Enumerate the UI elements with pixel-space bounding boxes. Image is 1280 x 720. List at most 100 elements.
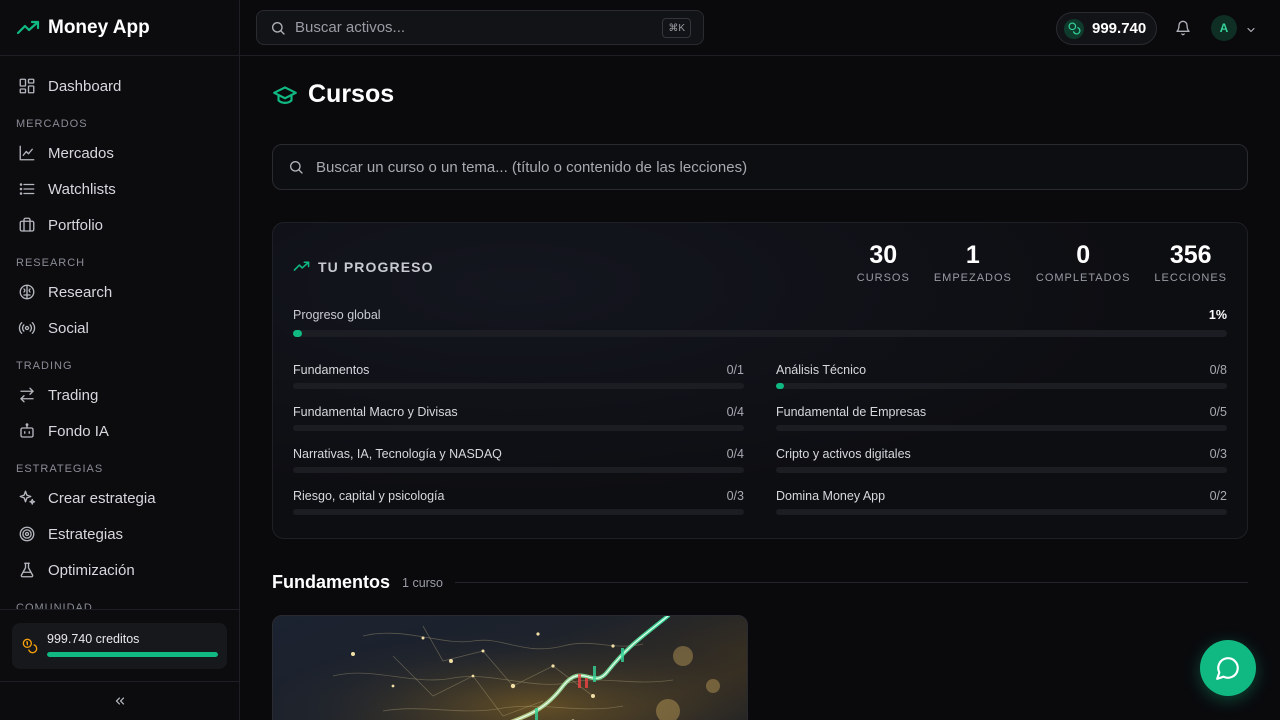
progress-heading-text: TU PROGRESO [318,258,434,275]
brand[interactable]: Money App [0,0,239,56]
sidebar-item-portfolio[interactable]: Portfolio [0,207,239,243]
category-name: Riesgo, capital y psicología [293,489,445,503]
category-name: Fundamentos [293,363,370,377]
credits-card[interactable]: 999.740 creditos [12,623,227,669]
stat-lecciones: 356 LECCIONES [1154,241,1227,284]
category-progress-riesgo-capital-y-psicologia: Riesgo, capital y psicología 0/3 [293,489,744,515]
chat-bubble-icon [1215,655,1241,681]
stat-cursos: 30 CURSOS [857,241,910,284]
progress-stats: 30 CURSOS 1 EMPEZADOS 0 COMPLETADOS 356 LECCION… [857,241,1227,284]
category-progress-fundamental-de-empresas: Fundamental de Empresas 0/5 [776,405,1227,431]
sidebar-item-research[interactable]: Research [0,274,239,310]
sidebar-item-social[interactable]: Social [0,310,239,346]
sidebar-item-optimizacion[interactable]: Optimización [0,552,239,588]
brand-name: Money App [48,16,150,38]
search-shortcut-badge: ⌘K [662,18,691,38]
bell-icon[interactable] [1175,20,1191,36]
category-progress-bar [293,425,744,431]
stat-value: 30 [869,241,898,269]
category-progress-narrativas-ia-tecnologia-y-nasdaq: Narrativas, IA, Tecnología y NASDAQ 0/4 [293,447,744,473]
category-progress-bar [293,467,744,473]
category-name: Domina Money App [776,489,886,503]
sidebar-item-dashboard[interactable]: Dashboard [0,68,239,104]
sidebar-item-estrategias[interactable]: Estrategias [0,516,239,552]
category-progress-bar [776,383,1227,389]
credits-bar-fill [47,652,218,657]
global-progress-fill [293,330,303,337]
search-icon [270,20,286,36]
main-content: Cursos TU PROGRESO 30 CURSOS 1 EMPEZADOS 0 CO… [240,56,1280,720]
progress-heading: TU PROGRESO [293,258,434,275]
stat-label: LECCIONES [1154,272,1227,284]
search-icon [288,159,304,175]
sidebar-item-crear-estrategia[interactable]: Crear estrategia [0,480,239,516]
sidebar: Money App Dashboard MERCADOS Mercados Watch… [0,0,240,720]
sidebar-item-fondo-ia[interactable]: Fondo IA [0,413,239,449]
stat-label: EMPEZADOS [933,272,1012,284]
course-card[interactable] [272,615,748,720]
category-progress-fundamental-macro-y-divisas: Fundamental Macro y Divisas 0/4 [293,405,744,431]
sidebar-item-label: Watchlists [48,180,116,198]
category-progress-bar [293,383,744,389]
category-count: 0/4 [726,405,744,419]
course-search-input[interactable] [316,158,1216,176]
category-progress-bar [293,509,744,515]
balance-pill[interactable]: 999.740 [1056,12,1158,45]
section-divider [455,582,1248,583]
chart-line-icon [18,144,36,162]
category-name: Narrativas, IA, Tecnología y NASDAQ [293,447,502,461]
category-count: 0/4 [726,447,744,461]
category-count: 0/3 [1209,447,1227,461]
chat-button[interactable] [1200,640,1256,696]
coins-icon [22,632,38,669]
collapse-sidebar-button[interactable] [0,681,239,720]
category-name: Fundamental Macro y Divisas [293,405,458,419]
sidebar-item-watchlists[interactable]: Watchlists [0,171,239,207]
robot-icon [18,422,36,440]
sidebar-item-trading[interactable]: Trading [0,377,239,413]
category-count: 0/1 [726,363,744,377]
category-progress-grid: Fundamentos 0/1 Análisis Técnico 0/8 Fundame… [293,363,1227,515]
sparkles-icon [18,489,36,507]
sidebar-item-label: Trading [48,386,99,404]
sidebar-item-label: Research [48,283,113,301]
sidebar-item-label: Social [48,319,89,337]
global-progress-label: Progreso global [293,308,381,322]
category-count: 0/8 [1209,363,1227,377]
sidebar-item-mercados[interactable]: Mercados [0,135,239,171]
dashboard-icon [18,77,36,95]
sidebar-item-label: Fondo IA [48,422,109,440]
category-progress-bar [776,425,1227,431]
category-progress-domina-money-app: Domina Money App 0/2 [776,489,1227,515]
page-header: Cursos [272,80,394,109]
category-progress-bar [776,467,1227,473]
stat-label: COMPLETADOS [1035,272,1131,284]
nav-section-mercados: MERCADOS [16,118,88,130]
briefcase-icon [18,216,36,234]
stat-value: 1 [965,241,980,269]
course-search[interactable] [272,144,1248,190]
chevron-down-icon[interactable] [1245,24,1257,36]
category-count: 0/3 [726,489,744,503]
section-header: Fundamentos 1 curso [272,572,1248,593]
credits-bar [47,652,218,657]
global-search-input[interactable] [295,19,655,36]
sidebar-item-label: Portfolio [48,216,104,234]
global-search[interactable]: ⌘K [256,10,704,45]
topbar: ⌘K 999.740 A [240,0,1280,56]
category-count: 0/5 [1209,405,1227,419]
course-cover-image [273,616,747,720]
category-name: Análisis Técnico [776,363,867,377]
category-progress-analisis-tecnico: Análisis Técnico 0/8 [776,363,1227,389]
stat-completados: 0 COMPLETADOS [1036,241,1131,284]
category-progress-fundamentos: Fundamentos 0/1 [293,363,744,389]
sidebar-item-label: Dashboard [48,77,122,95]
coins-icon [1064,18,1084,39]
avatar[interactable]: A [1211,15,1237,41]
sidebar-nav: Dashboard MERCADOS Mercados Watchlists Portf… [0,56,239,610]
list-icon [18,180,36,198]
sidebar-item-label: Crear estrategia [48,489,156,507]
trending-up-icon [293,258,310,275]
brain-icon [18,283,36,301]
global-progress-percent: 1% [1208,308,1227,322]
